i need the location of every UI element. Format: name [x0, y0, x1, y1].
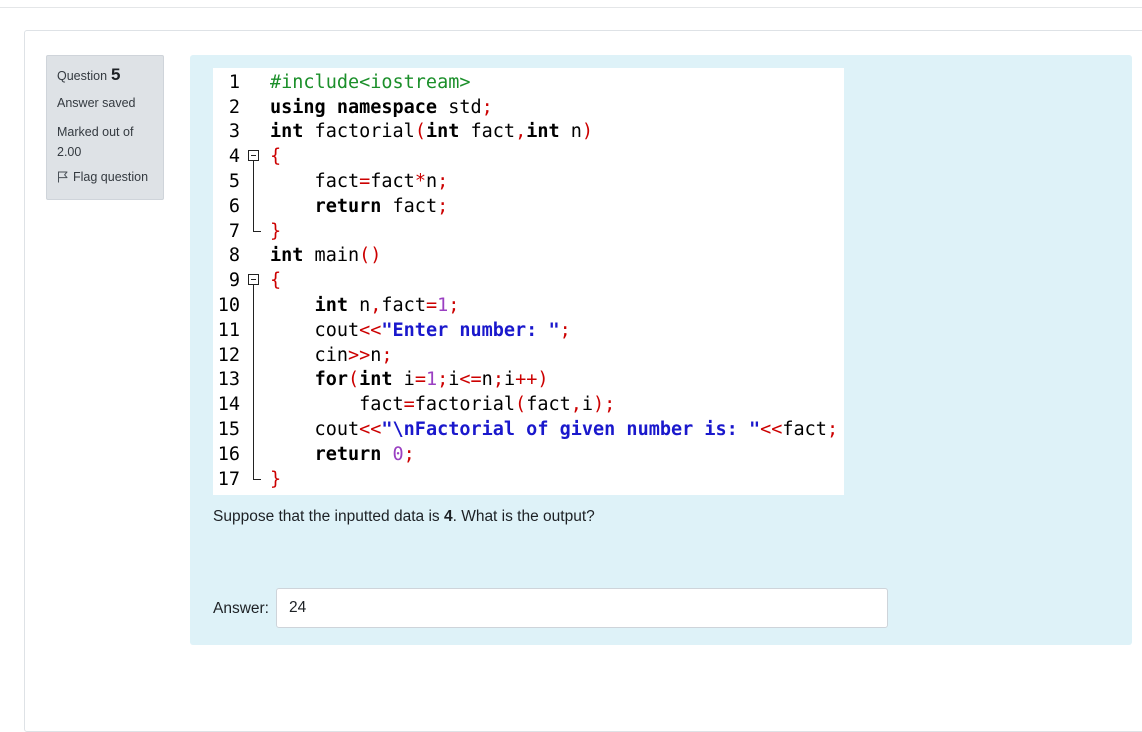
fold-gutter	[244, 392, 266, 418]
line-number: 11	[217, 319, 240, 341]
code-text: return fact;	[314, 195, 449, 217]
fold-gutter	[244, 144, 266, 170]
fold-gutter	[244, 169, 266, 194]
fold-gutter	[244, 442, 266, 467]
fold-gutter	[244, 218, 266, 244]
code-text: }	[270, 220, 282, 242]
code-text: fact=factorial(fact,i);	[270, 394, 616, 416]
line-number: 10	[217, 295, 240, 317]
fold-gutter	[244, 268, 266, 294]
question-number: Question 5	[57, 65, 153, 85]
fold-gutter	[244, 342, 266, 368]
code-text: cout<<"\nFactorial of given number is: "…	[270, 419, 839, 441]
line-number: 7	[228, 220, 240, 242]
fold-gutter	[244, 466, 266, 492]
fold-collapse-icon	[248, 274, 259, 286]
fold-collapse-icon	[248, 150, 259, 162]
question-number-value: 5	[111, 65, 121, 84]
fold-gutter	[244, 293, 266, 318]
code-text: int main()	[270, 245, 382, 267]
code-text: int n,fact=1;	[314, 295, 460, 317]
code-text: cin>>n;	[270, 344, 393, 366]
line-number: 8	[228, 245, 240, 267]
code-text: for(int i=1;i<=n;i++)	[314, 369, 549, 391]
code-text: fact=fact*n;	[270, 171, 449, 193]
line-number: 16	[217, 443, 240, 465]
answer-label: Answer:	[213, 600, 269, 617]
code-text: return 0;	[314, 443, 415, 465]
line-number: 17	[217, 468, 240, 490]
code-text: #include<iostream>	[270, 71, 471, 93]
top-divider	[0, 7, 1142, 8]
code-text: int factorial(int fact,int n)	[270, 121, 594, 143]
line-number: 14	[217, 394, 240, 416]
line-number: 12	[217, 344, 240, 366]
question-label: Question	[57, 69, 108, 83]
line-number: 6	[228, 195, 240, 217]
line-number: 3	[228, 121, 240, 143]
answer-input[interactable]	[276, 588, 888, 628]
flag-question-label: Flag question	[73, 170, 149, 184]
question-text-after: . What is the output?	[452, 508, 595, 525]
line-number: 4	[228, 146, 240, 168]
question-input-value: 4	[443, 508, 453, 525]
code-text: using namespace std;	[270, 96, 493, 118]
code-image: 1 #include<iostream> 2 using namespace s…	[213, 68, 844, 495]
code-text: }	[270, 468, 282, 490]
line-number: 9	[228, 270, 240, 292]
code-text: {	[270, 270, 282, 292]
line-number: 1	[228, 71, 240, 93]
line-number: 13	[217, 369, 240, 391]
question-text-before: Suppose that the inputted data is	[213, 508, 444, 525]
question-state: Answer saved	[57, 96, 136, 110]
question-info-panel: Question 5 Answer saved Marked out of 2.…	[46, 55, 164, 200]
question-grade: Marked out of 2.00	[57, 125, 134, 159]
fold-gutter	[244, 417, 266, 442]
line-number: 2	[228, 96, 240, 118]
code-text: {	[270, 146, 282, 168]
question-text: Suppose that the inputted data is 4. Wha…	[213, 508, 595, 526]
flag-icon	[57, 171, 68, 183]
line-number: 15	[217, 419, 240, 441]
fold-gutter	[244, 367, 266, 393]
fold-gutter	[244, 318, 266, 343]
fold-gutter	[244, 194, 266, 219]
code-text: cout<<"Enter number: ";	[270, 319, 571, 341]
flag-question-link[interactable]: Flag question	[57, 170, 153, 184]
line-number: 5	[228, 171, 240, 193]
